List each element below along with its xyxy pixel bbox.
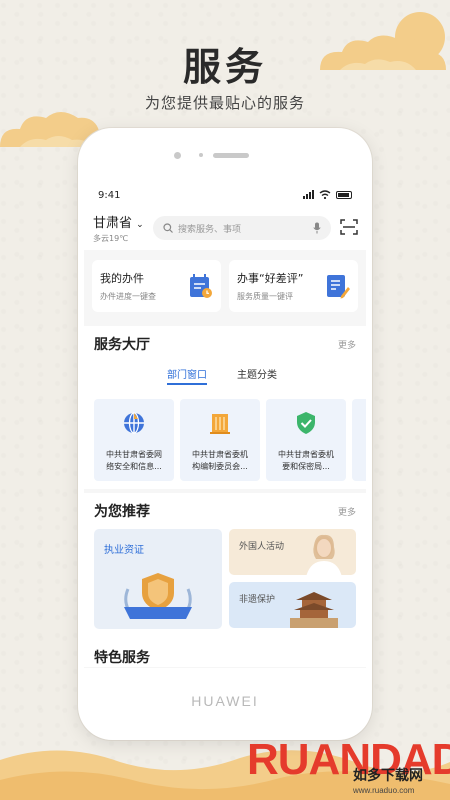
phone-screen: 9:41 甘肃省 ⌄ 多云19℃ 搜索服务、事项 我的办件 办件进度一键查 办事… [84,180,366,668]
foreigner-activity-label: 外国人活动 [239,542,285,552]
license-card[interactable]: 执业资证 [94,529,222,629]
department-name-line2: 构编制委员会... [192,461,248,471]
chevron-down-icon: ⌄ [136,220,144,230]
recommend-more-link[interactable]: 更多 [338,505,356,518]
rating-card[interactable]: 办事“好差评” 服务质量一键评 [229,260,358,312]
location-selector[interactable]: 甘肃省 ⌄ 多云19℃ [93,212,144,244]
weather-text: 多云19℃ [93,234,129,243]
promo-headline: 服务 [182,45,267,89]
wifi-icon [319,190,331,199]
department-name-line1: 中共甘肃省委机 [192,450,248,459]
status-time: 9:41 [98,190,121,201]
app-header: 甘肃省 ⌄ 多云19℃ 搜索服务、事项 [84,210,366,250]
shield-check-icon [297,412,315,434]
department-name-line2: 络安全和信息... [106,461,162,471]
person-photo [306,534,342,575]
scan-icon[interactable] [340,218,358,236]
service-hall-more-link[interactable]: 更多 [338,338,356,351]
heritage-label: 非遗保护 [239,595,276,605]
microphone-icon[interactable] [313,222,321,234]
department-name-line1: 中共甘肃省委网 [106,450,162,459]
service-hall-tabs: 部门窗口 主题分类 [94,366,356,385]
recommend-title: 为您推荐 [94,504,150,520]
tab-departments[interactable]: 部门窗口 [167,366,207,385]
status-icons [303,190,352,199]
tab-topics[interactable]: 主题分类 [237,366,277,385]
featured-services-title: 特色服务 [84,637,366,667]
department-card[interactable]: 中共甘肃省委网 络安全和信息... [94,399,174,481]
foreigner-activity-card[interactable]: 外国人活动 [229,529,356,575]
recommend-section: 为您推荐 更多 执业资证 外国人活动 非遗保护 [84,493,366,637]
watermark-sub: 如多下载网 [353,767,423,784]
location-city: 甘肃省 [93,216,133,231]
certificate-badge-icon [124,573,192,619]
my-tasks-card[interactable]: 我的办件 办件进度一键查 [92,260,221,312]
department-name-line2: 要和保密局... [282,461,330,471]
department-card[interactable]: 中共甘肃省委机 构编制委员会... [180,399,260,481]
watermark-logo: RUANDADO 如多下载网 www.ruaduo.com [247,735,450,795]
sensor-dot [199,153,203,157]
status-bar: 9:41 [84,180,366,210]
building-icon [210,414,230,434]
promo-subheadline: 为您提供最贴心的服务 [144,94,305,112]
department-list: 中共甘肃省委网 络安全和信息... 中共甘肃省委机 构编制委员会... 中共甘肃… [94,399,366,481]
battery-icon [336,190,352,199]
quick-actions: 我的办件 办件进度一键查 办事“好差评” 服务质量一键评 [84,250,366,322]
front-camera [174,152,181,159]
service-hall-title: 服务大厅 [94,337,150,353]
recommend-grid: 执业资证 外国人活动 非遗保护 [94,529,356,629]
watermark-url: www.ruaduo.com [352,786,415,795]
globe-icon [124,412,144,434]
calendar-icon [190,274,212,298]
search-icon [163,223,173,233]
search-bar[interactable]: 搜索服务、事项 [153,216,331,240]
heritage-card[interactable]: 非遗保护 [229,582,356,628]
document-edit-icon [327,275,350,299]
signal-icon [303,190,314,199]
license-card-label: 执业资证 [104,545,144,556]
department-card[interactable]: 中共甘肃省委机 要和保密局... [266,399,346,481]
service-hall-section: 服务大厅 更多 部门窗口 主题分类 中共甘肃省委网 络安全和信息... 中共甘肃… [84,326,366,489]
search-input[interactable]: 搜索服务、事项 [178,222,313,235]
phone-mockup: 9:41 甘肃省 ⌄ 多云19℃ 搜索服务、事项 我的办件 办件进度一键查 办事… [78,128,372,740]
earpiece [213,153,249,158]
department-card-partial[interactable] [352,399,366,481]
phone-brand: HUAWEI [191,693,259,709]
department-name-line1: 中共甘肃省委机 [278,450,334,459]
